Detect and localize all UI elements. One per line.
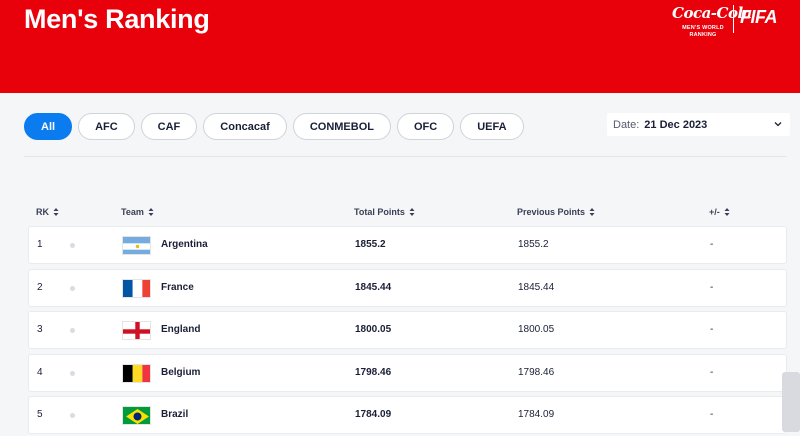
points-change: - — [710, 409, 714, 420]
total-points: 1855.2 — [355, 239, 386, 250]
rank-cell: 1 — [37, 239, 43, 250]
previous-points: 1784.09 — [518, 409, 555, 420]
france-flag-icon — [122, 279, 151, 298]
date-label: Date: — [613, 118, 640, 131]
table-row[interactable]: 5 Brazil 1784.09 1784.09 - — [28, 396, 787, 434]
column-change-header[interactable]: +/- — [709, 207, 730, 217]
column-previous-points-label: Previous Points — [517, 207, 586, 217]
points-change: - — [710, 324, 714, 335]
movement-indicator — [70, 371, 75, 376]
column-team-label: Team — [121, 207, 144, 217]
sort-icon — [724, 208, 730, 216]
previous-points: 1800.05 — [518, 324, 555, 335]
argentina-flag-icon — [122, 236, 151, 255]
sort-icon — [148, 208, 154, 216]
movement-indicator — [70, 328, 75, 333]
sort-icon — [53, 208, 59, 216]
team-name[interactable]: France — [161, 282, 194, 293]
column-rank-label: RK — [36, 207, 49, 217]
column-total-points-label: Total Points — [354, 207, 405, 217]
rank-cell: 5 — [37, 409, 43, 420]
table-header: RK Team Total Points Previous Points +/- — [28, 207, 788, 221]
movement-indicator — [70, 243, 75, 248]
brazil-flag-icon — [122, 406, 151, 425]
date-select[interactable]: Date: 21 Dec 2023 — [607, 113, 790, 136]
main-content: All AFC CAF Concacaf CONMEBOL OFC UEFA D… — [0, 93, 800, 436]
filter-conmebol[interactable]: CONMEBOL — [292, 113, 391, 140]
ranking-sublabel: MEN'S WORLD RANKING — [682, 25, 724, 38]
total-points: 1798.46 — [355, 367, 392, 378]
total-points: 1845.44 — [355, 282, 392, 293]
column-previous-points-header[interactable]: Previous Points — [517, 207, 595, 217]
points-change: - — [710, 367, 714, 378]
table-row[interactable]: 3 England 1800.05 1800.05 - — [28, 311, 787, 349]
column-total-points-header[interactable]: Total Points — [354, 207, 415, 217]
column-change-label: +/- — [709, 207, 720, 217]
date-value: 21 Dec 2023 — [644, 118, 708, 131]
filter-all[interactable]: All — [24, 113, 73, 140]
column-rank-header[interactable]: RK — [36, 207, 59, 217]
table-row[interactable]: 1 Argentina 1855.2 1855.2 - — [28, 226, 787, 264]
team-name[interactable]: Brazil — [161, 409, 188, 420]
england-flag-icon — [122, 321, 151, 340]
movement-indicator — [70, 286, 75, 291]
logo-divider — [733, 5, 734, 33]
team-name[interactable]: Belgium — [161, 367, 200, 378]
rank-cell: 3 — [37, 324, 43, 335]
filter-concacaf[interactable]: Concacaf — [203, 113, 287, 140]
sort-icon — [589, 208, 595, 216]
table-row[interactable]: 4 Belgium 1798.46 1798.46 - — [28, 354, 787, 392]
fifa-logo: FIFA — [740, 7, 778, 27]
filter-afc[interactable]: AFC — [78, 113, 135, 140]
previous-points: 1855.2 — [518, 239, 549, 250]
team-name[interactable]: Argentina — [161, 239, 208, 250]
previous-points: 1798.46 — [518, 367, 555, 378]
confederation-filters: All AFC CAF Concacaf CONMEBOL OFC UEFA — [24, 113, 524, 140]
column-team-header[interactable]: Team — [121, 207, 154, 217]
divider — [24, 156, 787, 157]
total-points: 1800.05 — [355, 324, 392, 335]
movement-indicator — [70, 413, 75, 418]
header-banner: Men's Ranking Coca-Cola MEN'S WORLD RANK… — [0, 0, 800, 93]
points-change: - — [710, 282, 714, 293]
scrollbar-thumb[interactable] — [782, 372, 800, 432]
filter-uefa[interactable]: UEFA — [460, 113, 524, 140]
previous-points: 1845.44 — [518, 282, 555, 293]
filter-caf[interactable]: CAF — [140, 113, 198, 140]
table-row[interactable]: 2 France 1845.44 1845.44 - — [28, 269, 787, 307]
brand-logo[interactable]: Coca-Cola MEN'S WORLD RANKING FIFA — [672, 4, 792, 44]
rank-cell: 2 — [37, 282, 43, 293]
total-points: 1784.09 — [355, 409, 392, 420]
team-name[interactable]: England — [161, 324, 200, 335]
points-change: - — [710, 239, 714, 250]
belgium-flag-icon — [122, 364, 151, 383]
rank-cell: 4 — [37, 367, 43, 378]
filter-ofc[interactable]: OFC — [396, 113, 455, 140]
chevron-down-icon — [774, 122, 782, 127]
page-title: Men's Ranking — [24, 4, 210, 34]
sort-icon — [409, 208, 415, 216]
